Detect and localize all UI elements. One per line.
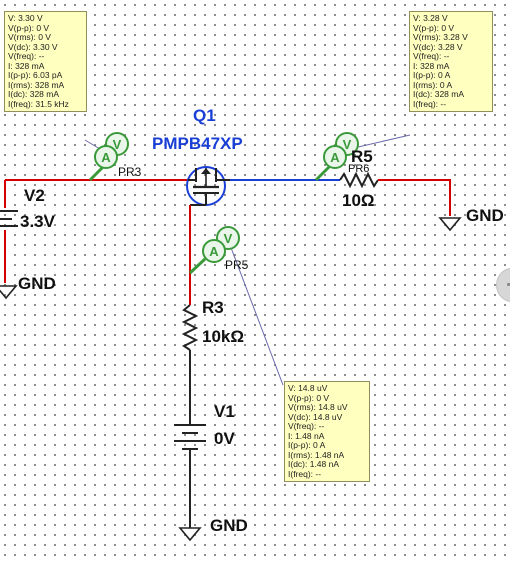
- v2-value-label: 3.3V: [20, 212, 55, 231]
- pr3-a-glyph: A: [101, 150, 111, 165]
- pr3-tip-line: I(freq): 31.5 kHz: [8, 98, 69, 109]
- ground-label-bottom: GND: [210, 516, 248, 535]
- ground-symbol-right: [438, 217, 462, 232]
- v1-value-label: 0V: [214, 429, 235, 448]
- pr5-a-glyph: A: [209, 244, 219, 259]
- pr5-v-glyph: V: [224, 231, 233, 246]
- pr3-measurement-tooltip: V: 3.30 V V(p-p): 0 V V(rms): 0 V V(dc):…: [4, 11, 87, 113]
- v1-source-symbol[interactable]: [174, 424, 206, 450]
- pr6-label: PR6: [348, 163, 370, 175]
- pr6-measurement-tooltip: V: 3.28 V V(p-p): 0 V V(rms): 3.28 V V(d…: [409, 11, 493, 113]
- r3-value-label: 10kΩ: [202, 327, 244, 346]
- ground-label-left: GND: [18, 274, 56, 293]
- v2-ref-label: V2: [24, 186, 45, 205]
- ground-label-right: GND: [466, 206, 504, 225]
- pr6-a-glyph: A: [330, 150, 340, 165]
- r3-resistor-symbol[interactable]: [181, 304, 199, 351]
- q1-part-label: PMPB47XP: [152, 134, 243, 153]
- r5-resistor-symbol[interactable]: [339, 171, 379, 189]
- ground-symbol-bottom: [178, 527, 202, 542]
- pr5-measurement-tooltip: V: 14.8 uV V(p-p): 0 V V(rms): 14.8 uV V…: [284, 381, 370, 483]
- pr5-label: PR5: [225, 258, 249, 272]
- wire-r5-ground[interactable]: [378, 179, 451, 216]
- pr5-tip-line: I(freq): --: [288, 468, 322, 479]
- pr6-tip-line: I(freq): --: [413, 98, 447, 109]
- r3-ref-label: R3: [202, 298, 224, 317]
- pr3-v-glyph: V: [113, 137, 122, 152]
- r5-value-label: 10Ω: [342, 191, 375, 210]
- pr3-label: PR3: [118, 165, 142, 179]
- ground-symbol-left: [0, 285, 18, 300]
- q1-mosfet-symbol[interactable]: [186, 166, 230, 206]
- q1-ref-label: Q1: [193, 106, 216, 125]
- v2-source-symbol[interactable]: [0, 180, 18, 283]
- v1-ref-label: V1: [214, 402, 235, 421]
